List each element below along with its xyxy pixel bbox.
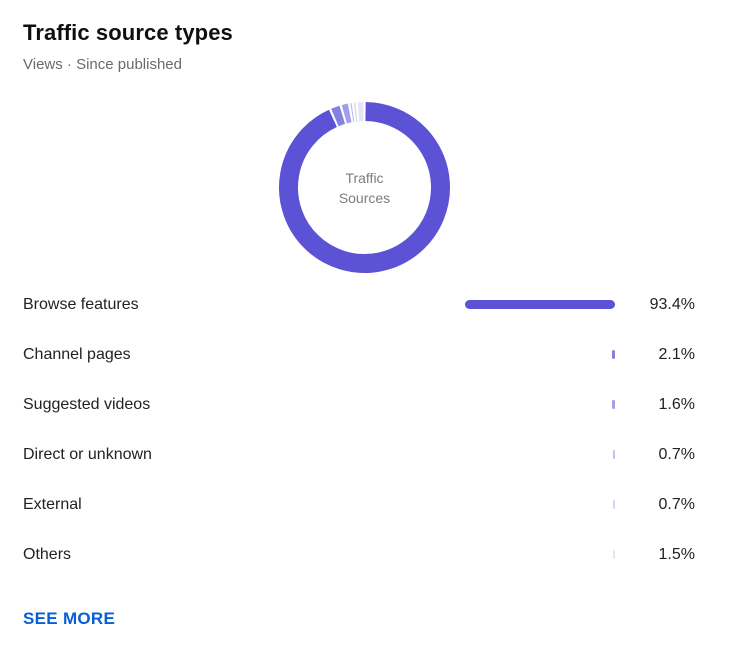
see-more-button[interactable]: SEE MORE <box>23 609 115 629</box>
traffic-source-label: External <box>23 496 82 513</box>
traffic-source-label: Suggested videos <box>23 396 151 413</box>
traffic-donut-chart: Traffic Sources <box>277 100 452 275</box>
traffic-source-label: Direct or unknown <box>23 446 152 463</box>
traffic-source-label: Channel pages <box>23 346 131 363</box>
traffic-source-row[interactable]: External 0.7% <box>0 480 730 530</box>
traffic-source-percentage: 93.4% <box>649 296 695 313</box>
traffic-source-bar <box>612 400 615 409</box>
card-subtitle: Views · Since published <box>23 56 182 73</box>
donut-center-line1: Traffic <box>345 169 384 186</box>
traffic-source-bar <box>613 450 615 459</box>
traffic-source-percentage: 0.7% <box>658 496 695 513</box>
traffic-source-label: Others <box>23 546 72 563</box>
donut-center-label: Traffic Sources <box>277 100 452 275</box>
traffic-source-row[interactable]: Suggested videos 1.6% <box>0 380 730 430</box>
traffic-source-bar <box>465 300 615 309</box>
traffic-source-row[interactable]: Channel pages 2.1% <box>0 330 730 380</box>
traffic-source-percentage: 0.7% <box>658 446 695 463</box>
traffic-source-row[interactable]: Direct or unknown 0.7% <box>0 430 730 480</box>
traffic-source-label: Browse features <box>23 296 139 313</box>
traffic-source-bar <box>611 350 615 359</box>
traffic-source-bar <box>613 500 615 509</box>
donut-center-line2: Sources <box>338 189 391 206</box>
traffic-source-bar <box>612 550 615 559</box>
card-title: Traffic source types <box>23 20 233 45</box>
traffic-source-row[interactable]: Others 1.5% <box>0 530 730 580</box>
traffic-source-percentage: 1.6% <box>658 396 695 413</box>
traffic-source-percentage: 2.1% <box>658 346 695 363</box>
traffic-source-percentage: 1.5% <box>658 546 695 563</box>
traffic-source-row[interactable]: Browse features 93.4% <box>0 280 730 330</box>
